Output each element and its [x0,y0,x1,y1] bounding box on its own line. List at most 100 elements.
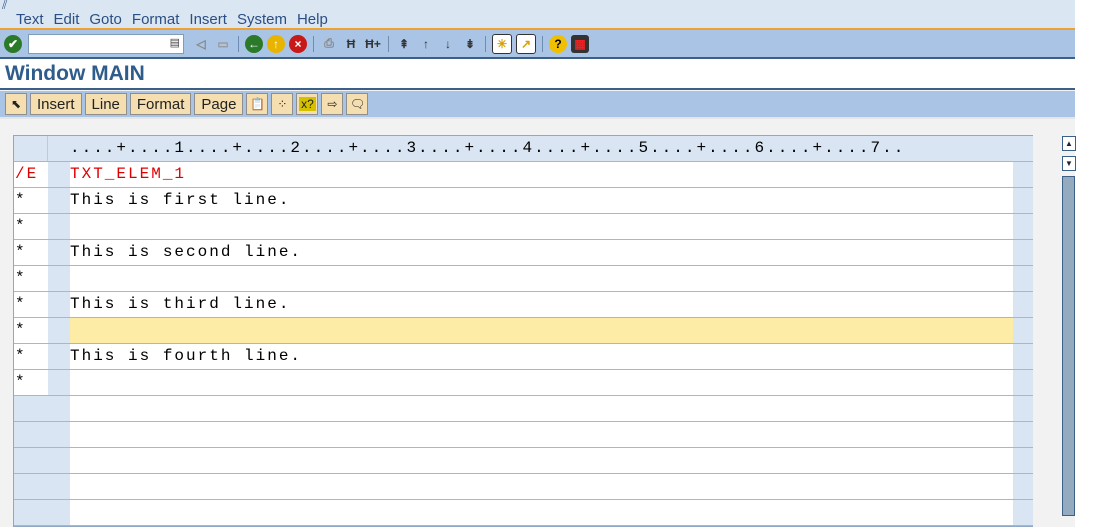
text-line[interactable]: * [14,370,1033,396]
gutter [48,396,70,421]
application-toolbar: ⬉ Insert Line Format Page 📋 ⁘ x? ⇨ 🗨 [0,91,1075,119]
system-menu-icon[interactable]: ⫽ [2,0,7,13]
scroll-up-icon[interactable]: ▲ [1062,136,1076,151]
command-field[interactable]: ▤ [28,33,184,54]
line-marker [14,448,48,473]
right-margin [1013,370,1033,395]
new-session-icon[interactable]: ✳ [492,33,512,54]
line-marker: * [15,295,27,313]
line-marker: * [15,243,27,261]
shortcut-icon[interactable]: ↗ [516,33,536,54]
scroll-track[interactable] [1062,176,1075,516]
line-text [70,370,1013,395]
text-line[interactable]: * [14,318,1033,344]
line-text [70,318,1013,343]
text-line[interactable]: * [14,266,1033,292]
empty-line[interactable] [14,448,1033,474]
right-margin [1013,344,1033,369]
help-icon[interactable]: ? [549,34,567,53]
menu-text[interactable]: Text [16,11,44,28]
symbols-icon: x? [299,97,316,111]
save-icon[interactable]: ▭ [214,35,232,53]
line-text: This is first line. [70,191,291,209]
text-editor[interactable]: ....+....1....+....2....+....3....+....4… [13,135,1033,527]
empty-line[interactable] [14,422,1033,448]
scroll-down-icon[interactable]: ▼ [1062,156,1076,171]
right-margin [1013,214,1033,239]
last-page-icon[interactable]: ⇟ [461,35,479,53]
insert-button[interactable]: Insert [30,93,82,115]
gutter [48,474,70,499]
layout-menu-icon[interactable]: ▦ [571,34,589,53]
gutter [48,162,70,187]
text-line[interactable]: * [14,214,1033,240]
previous-page-icon[interactable]: ↑ [417,35,435,53]
right-margin [1013,448,1033,473]
export-icon: ⇨ [327,97,338,111]
menu-goto[interactable]: Goto [89,11,122,28]
page-button[interactable]: Page [194,93,244,115]
back-icon[interactable]: ← [245,34,263,53]
next-page-icon[interactable]: ↓ [439,35,457,53]
print-icon[interactable]: ⎙ [320,35,338,53]
menu-bar: ⫽ Text Edit Goto Format Insert System He… [0,0,1075,30]
line-marker [14,422,48,447]
exit-icon[interactable]: ↑ [267,34,285,53]
menu-insert[interactable]: Insert [189,11,227,28]
vertical-scrollbar[interactable]: ▲ ▼ [1062,136,1076,527]
separator [313,35,314,52]
line-text: This is third line. [70,295,291,313]
back-arrow-icon[interactable]: ◁ [192,35,210,53]
first-page-icon[interactable]: ⇞ [395,35,413,53]
line-text [70,214,1013,239]
right-margin [1013,474,1033,499]
comment-button[interactable]: 🗨 [346,93,369,115]
empty-line[interactable] [14,500,1033,526]
menu-format[interactable]: Format [132,11,180,28]
menu-system[interactable]: System [237,11,287,28]
gutter [48,370,70,395]
gutter [48,344,70,369]
line-marker: * [15,373,27,391]
empty-line[interactable] [14,396,1033,422]
paste-button[interactable]: 📋 [246,93,269,115]
line-marker [14,500,48,525]
text-line[interactable]: * This is first line. [14,188,1033,214]
export-button[interactable]: ⇨ [321,93,344,115]
enter-check-icon[interactable]: ✔ [4,34,22,53]
line-text [70,396,1013,421]
right-margin [1013,500,1033,525]
title-bar: Window MAIN [0,59,1075,90]
line-text [70,474,1013,499]
line-marker: * [15,217,27,235]
gutter [48,318,70,343]
find-next-icon[interactable]: Ħ+ [364,35,382,53]
text-line[interactable]: * This is third line. [14,292,1033,318]
text-line[interactable]: * This is second line. [14,240,1033,266]
line-marker: * [15,321,27,339]
format-button[interactable]: Format [129,93,192,115]
line-marker [14,396,48,421]
element-line[interactable]: /E TXT_ELEM_1 [14,162,1033,188]
right-margin [1013,396,1033,421]
line-marker: /E [15,165,39,183]
cancel-icon[interactable]: × [289,34,307,53]
separator [542,35,543,52]
text-line[interactable]: * This is fourth line. [14,344,1033,370]
gutter [48,136,70,161]
gutter [48,500,70,525]
menu-help[interactable]: Help [297,11,328,28]
line-text: ....+....1....+....2....+....3....+....4… [70,136,1013,161]
find-icon[interactable]: Ħ [342,35,360,53]
line-button[interactable]: Line [84,93,127,115]
empty-line[interactable] [14,474,1033,500]
ruler: ....+....1....+....2....+....3....+....4… [14,136,1033,162]
line-marker [14,136,48,161]
cursor-icon: ⬉ [10,97,22,111]
command-dropdown-icon[interactable]: ▤ [170,36,180,49]
standard-toolbar: ✔ ▤ ◁ ▭ ← ↑ × ⎙ Ħ Ħ+ ⇞ ↑ ↓ ⇟ ✳ ↗ ? ▦ [0,30,1075,59]
select-cursor-button[interactable]: ⬉ [5,93,27,115]
structure-button[interactable]: ⁘ [271,93,294,115]
symbols-button[interactable]: x? [296,93,319,115]
menu-edit[interactable]: Edit [54,11,80,28]
